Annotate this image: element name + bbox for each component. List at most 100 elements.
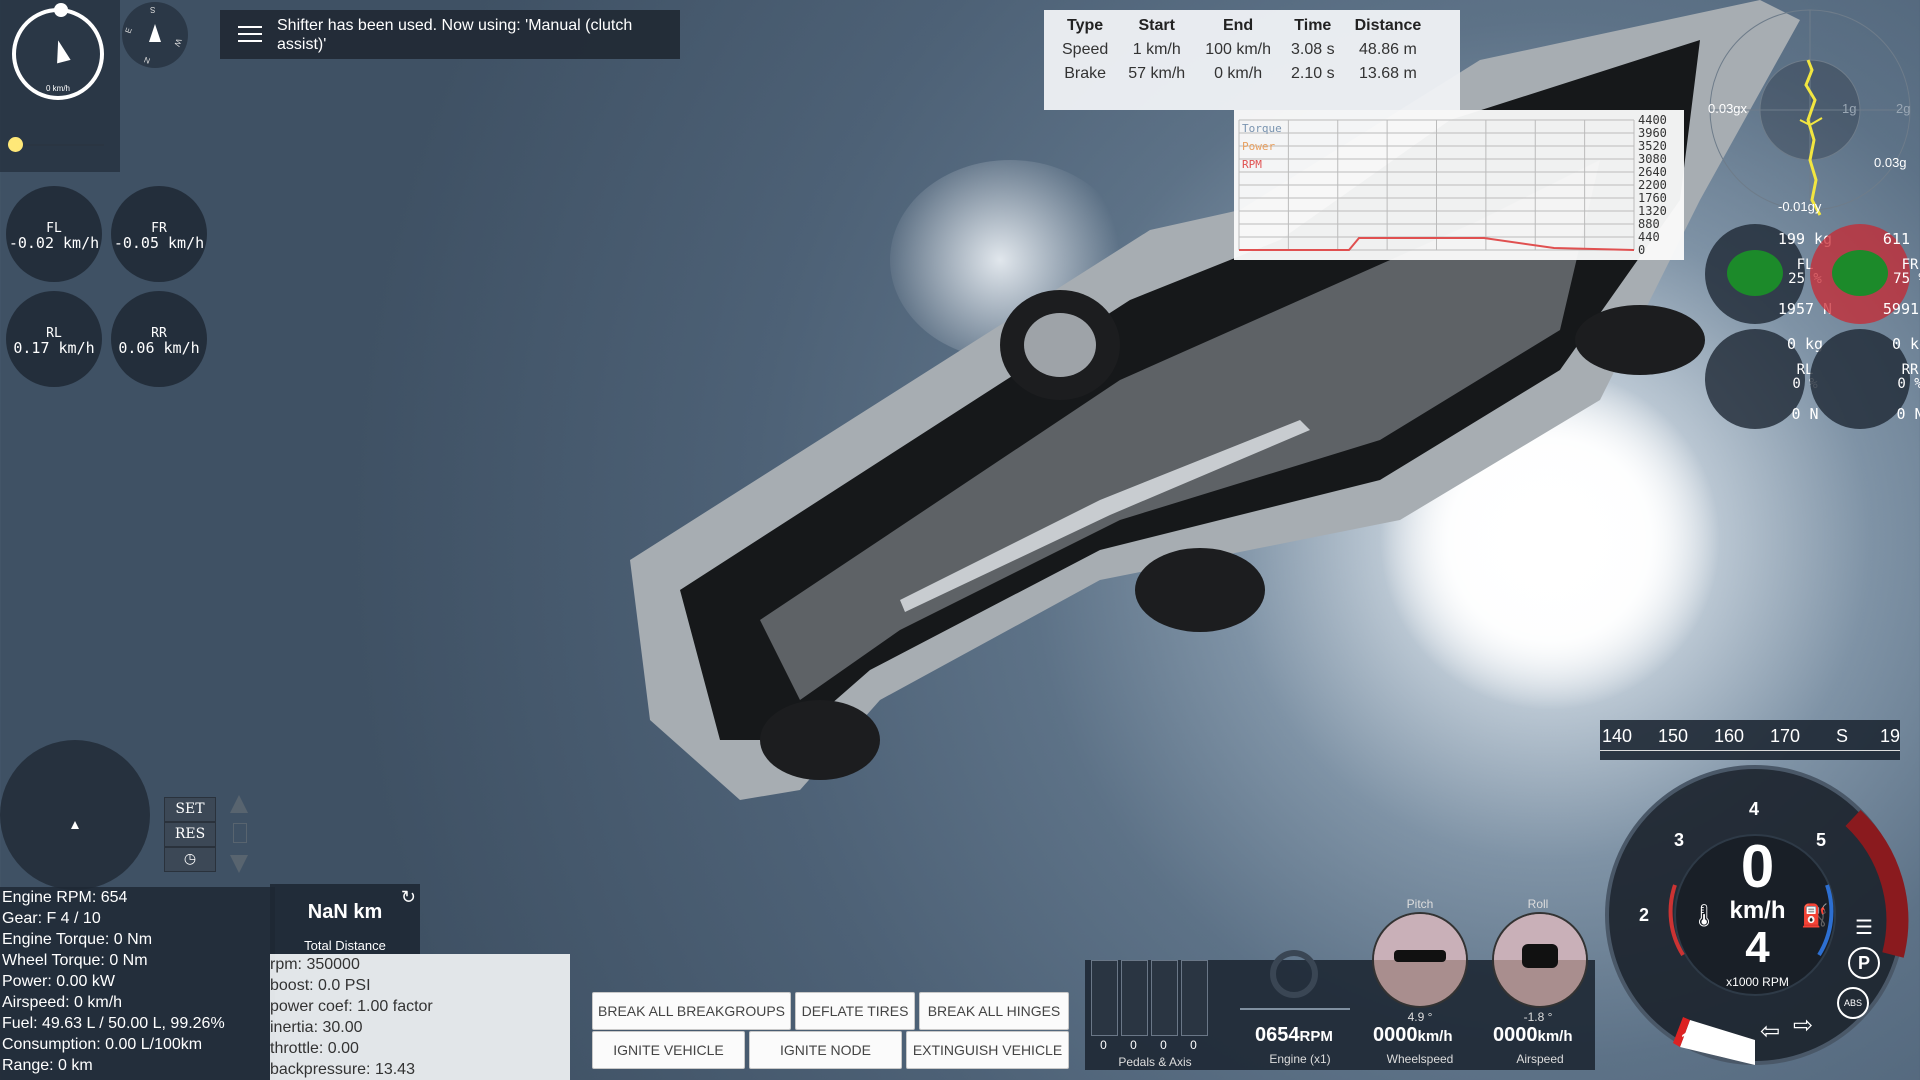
wheel-rear-left bbox=[760, 700, 880, 780]
weight-force: 0 N bbox=[1896, 405, 1920, 423]
left-signal-icon: ⇦ bbox=[1760, 1018, 1781, 1045]
stat-line: Range: 0 km bbox=[2, 1057, 93, 1074]
steering-wheel-icon bbox=[1270, 950, 1318, 998]
cruise-up-icon[interactable] bbox=[230, 795, 248, 813]
wheel-rear bbox=[1135, 548, 1265, 632]
speedo-unit: 0 km/h bbox=[45, 84, 70, 93]
engine-rpm-readout: 0654RPM bbox=[1255, 1024, 1333, 1047]
engine-param-line: backpressure: 13.43 bbox=[270, 1061, 415, 1078]
stat-line: Consumption: 0.00 L/100km bbox=[2, 1036, 203, 1053]
wheelspeed-unit: km/h bbox=[1417, 1028, 1453, 1045]
table-cell: 1 km/h bbox=[1132, 41, 1181, 58]
pedal-brake-bar bbox=[1121, 960, 1148, 1036]
pedal-clutch-bar bbox=[1151, 960, 1178, 1036]
torque-power-graph: 4400 3960 3520 3080 2640 2200 1760 1320 880 440 0 T… bbox=[1234, 110, 1684, 260]
airspeed-label: Airspeed bbox=[1516, 1052, 1564, 1066]
graph-legend-item: Power bbox=[1242, 140, 1275, 153]
roll-label: Roll bbox=[1527, 897, 1549, 911]
table-cell: 0 km/h bbox=[1214, 65, 1263, 82]
gforce-2g-label: 2g bbox=[1896, 101, 1911, 116]
weight-fl: 199 kg FL 25 % 1957 N bbox=[1705, 224, 1832, 324]
car-side-icon bbox=[1394, 950, 1446, 962]
total-distance-label: Total Distance bbox=[304, 938, 386, 953]
menu-icon[interactable] bbox=[238, 26, 262, 47]
tape-tick: 160 bbox=[1714, 726, 1745, 746]
time-slider-track[interactable] bbox=[16, 144, 104, 146]
cruise-resume-button[interactable]: RES bbox=[164, 822, 216, 847]
park-brake-icon: P bbox=[1848, 947, 1880, 979]
cruise-speedometer-icon[interactable]: ◷ bbox=[164, 847, 216, 872]
stat-line: Engine RPM: 654 bbox=[2, 889, 128, 906]
coolant-temp-icon: 🌡 bbox=[1690, 903, 1718, 928]
gforce-rings bbox=[1709, 9, 1911, 216]
pedal-value: 0 bbox=[1190, 1038, 1197, 1052]
wheelspeed-readout: 0000km/h bbox=[1373, 1024, 1453, 1047]
break-all-breakgroups-button[interactable]: BREAK ALL BREAKGROUPS bbox=[592, 992, 791, 1030]
weight-rl: 0 kg RL 0 % 0 N bbox=[1705, 329, 1823, 429]
airspeed-readout: 0000km/h bbox=[1493, 1024, 1573, 1047]
tach-tick-4: 4 bbox=[1749, 799, 1760, 819]
gforce-right-label: 0.03g bbox=[1874, 155, 1907, 170]
cruise-down-icon[interactable] bbox=[230, 855, 248, 873]
minimap[interactable] bbox=[0, 740, 150, 890]
tach-speed-value: 0 bbox=[1740, 833, 1775, 900]
deflate-tires-button[interactable]: DEFLATE TIRES bbox=[795, 992, 915, 1030]
wheel-front-right bbox=[1575, 305, 1705, 375]
wheel-speed-value: -0.02 km/h bbox=[8, 234, 100, 252]
abs-icon: ABS bbox=[1837, 987, 1869, 1019]
engine-param-line: boost: 0.0 PSI bbox=[270, 977, 371, 994]
engine-params-panel: rpm: 350000 boost: 0.0 PSI power coef: 1… bbox=[270, 954, 570, 1080]
distance-panel: ↻ NaN km Total Distance bbox=[270, 884, 420, 954]
cruise-toggle-icon[interactable] bbox=[233, 823, 247, 843]
column-header: Type bbox=[1067, 17, 1104, 34]
time-slider-knob[interactable] bbox=[8, 137, 23, 152]
weight-rr: 0 kg RR 0 % 0 N bbox=[1810, 329, 1920, 429]
break-all-hinges-button[interactable]: BREAK ALL HINGES bbox=[919, 992, 1069, 1030]
pedals-label: Pedals & Axis bbox=[1118, 1055, 1192, 1069]
table-cell: 48.86 m bbox=[1359, 41, 1417, 58]
graph-legend-item: Torque bbox=[1242, 122, 1282, 135]
weight-force: 5991 N bbox=[1882, 300, 1920, 318]
engine-param-line: power coef: 1.00 factor bbox=[270, 998, 433, 1015]
compass-n: N bbox=[142, 55, 152, 66]
tachometer: 1 2 3 4 5 0 km/h 4 x1000 RPM 🌡 ⛽ ☰ P ABS… bbox=[1605, 765, 1910, 1070]
wheel-speed-value: 0.17 km/h bbox=[13, 339, 95, 357]
stat-line: Airspeed: 0 km/h bbox=[2, 994, 123, 1011]
table-row: Brake 57 km/h 0 km/h 2.10 s 13.68 m bbox=[1052, 62, 1431, 86]
table-cell: 3.08 s bbox=[1291, 41, 1335, 58]
graph-canvas: 440039603520308026402200176013208804400T… bbox=[1238, 113, 1667, 257]
ignite-vehicle-button[interactable]: IGNITE VEHICLE bbox=[592, 1031, 745, 1069]
total-distance-value: NaN km bbox=[307, 901, 383, 923]
vehicle-stats-panel: Engine RPM: 654 Gear: F 4 / 10 Engine To… bbox=[0, 887, 275, 1080]
ignite-node-button[interactable]: IGNITE NODE bbox=[749, 1031, 902, 1069]
compass: E S W N bbox=[122, 2, 188, 68]
fuel-pump-icon: ⛽ bbox=[1801, 903, 1829, 928]
weight-fr: 611 kg FR 75 % 5991 N bbox=[1810, 224, 1920, 324]
right-signal-icon: ⇨ bbox=[1793, 1012, 1814, 1039]
gforce-y-label: -0.01gy bbox=[1778, 199, 1822, 214]
player-arrow-icon bbox=[71, 821, 79, 829]
table-cell: 13.68 m bbox=[1359, 65, 1417, 82]
cruise-set-button[interactable]: SET bbox=[164, 797, 216, 822]
roll-angle: -1.8 ° bbox=[1523, 1010, 1553, 1024]
table-cell: 100 km/h bbox=[1205, 41, 1271, 58]
stat-line: Gear: F 4 / 10 bbox=[2, 910, 101, 927]
pitch-angle: 4.9 ° bbox=[1407, 1010, 1433, 1024]
weight-mass: 0 kg bbox=[1891, 335, 1920, 353]
engine-label: Engine (x1) bbox=[1269, 1052, 1331, 1066]
mini-speedometer: 0 km/h bbox=[12, 3, 104, 100]
compass-s: S bbox=[150, 5, 156, 14]
weight-mass: 611 kg bbox=[1882, 230, 1920, 248]
wheel-speed-rl: RL 0.17 km/h bbox=[6, 291, 102, 387]
airspeed-value: 0000 bbox=[1493, 1024, 1538, 1046]
extinguish-vehicle-button[interactable]: EXTINGUISH VEHICLE bbox=[906, 1031, 1069, 1069]
gforce-meter: 0.03gx -0.01gy 1g 2g 0.03g bbox=[1650, 0, 1920, 220]
roll-gauge bbox=[1492, 912, 1588, 1008]
column-header: End bbox=[1222, 17, 1254, 34]
engine-param-line: rpm: 350000 bbox=[270, 956, 360, 973]
compass-e: E bbox=[123, 26, 134, 35]
pedal-throttle-bar bbox=[1091, 960, 1118, 1036]
wheel-speed-value: 0.06 km/h bbox=[118, 339, 200, 357]
weight-percent: 0 % bbox=[1897, 376, 1920, 392]
table-cell: Speed bbox=[1062, 41, 1109, 58]
